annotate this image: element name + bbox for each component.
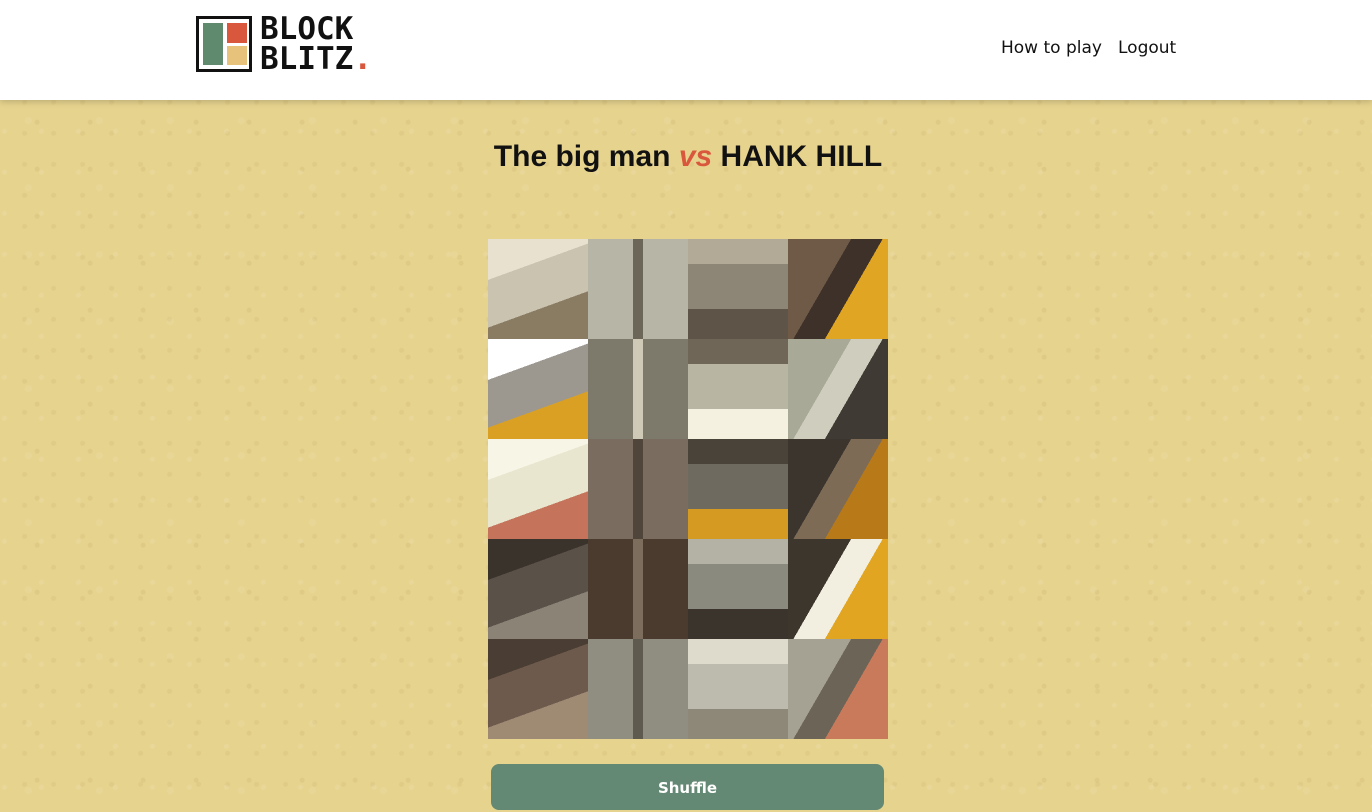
logo-line-2: BLITZ. <box>260 41 400 77</box>
puzzle-tile[interactable] <box>588 339 688 439</box>
puzzle-tile[interactable] <box>488 639 588 739</box>
top-navbar: BLOCK BLITZ. How to play Logout <box>0 0 1372 100</box>
shuffle-button[interactable]: Shuffle <box>491 764 884 810</box>
logo-dot: . <box>353 41 372 77</box>
logo-red-block <box>227 23 247 43</box>
logo-mark-icon <box>196 16 252 72</box>
puzzle-tile[interactable] <box>788 239 888 339</box>
blockblitz-logo[interactable]: BLOCK BLITZ. <box>196 11 400 80</box>
logo-line-2-text: BLITZ <box>260 41 354 77</box>
puzzle-tile[interactable] <box>488 539 588 639</box>
nav-how-to-play-link[interactable]: How to play <box>1001 38 1102 58</box>
puzzle-tile[interactable] <box>588 239 688 339</box>
puzzle-tile[interactable] <box>488 339 588 439</box>
puzzle-tile[interactable] <box>788 339 888 439</box>
puzzle-tile[interactable] <box>588 539 688 639</box>
logo-green-block <box>203 23 223 65</box>
puzzle-board <box>488 239 888 739</box>
puzzle-tile[interactable] <box>788 439 888 539</box>
puzzle-tile[interactable] <box>688 339 788 439</box>
player-one-name: The big man <box>493 140 671 173</box>
nav-logout-link[interactable]: Logout <box>1118 38 1176 58</box>
logo-tan-block <box>227 46 247 65</box>
puzzle-tile[interactable] <box>488 239 588 339</box>
vs-label: vs <box>678 140 713 173</box>
puzzle-tile[interactable] <box>688 239 788 339</box>
puzzle-tile[interactable] <box>688 639 788 739</box>
logo-line-1: BLOCK <box>260 11 354 47</box>
puzzle-tile[interactable] <box>588 639 688 739</box>
puzzle-tile[interactable] <box>488 439 588 539</box>
puzzle-tile[interactable] <box>688 439 788 539</box>
puzzle-tile[interactable] <box>688 539 788 639</box>
puzzle-tile[interactable] <box>588 439 688 539</box>
logo-wordmark: BLOCK BLITZ. <box>260 11 400 77</box>
puzzle-tile[interactable] <box>788 639 888 739</box>
player-two-name: HANK HILL <box>720 140 883 173</box>
match-title: The big man vs HANK HILL <box>486 140 890 174</box>
puzzle-tile[interactable] <box>788 539 888 639</box>
